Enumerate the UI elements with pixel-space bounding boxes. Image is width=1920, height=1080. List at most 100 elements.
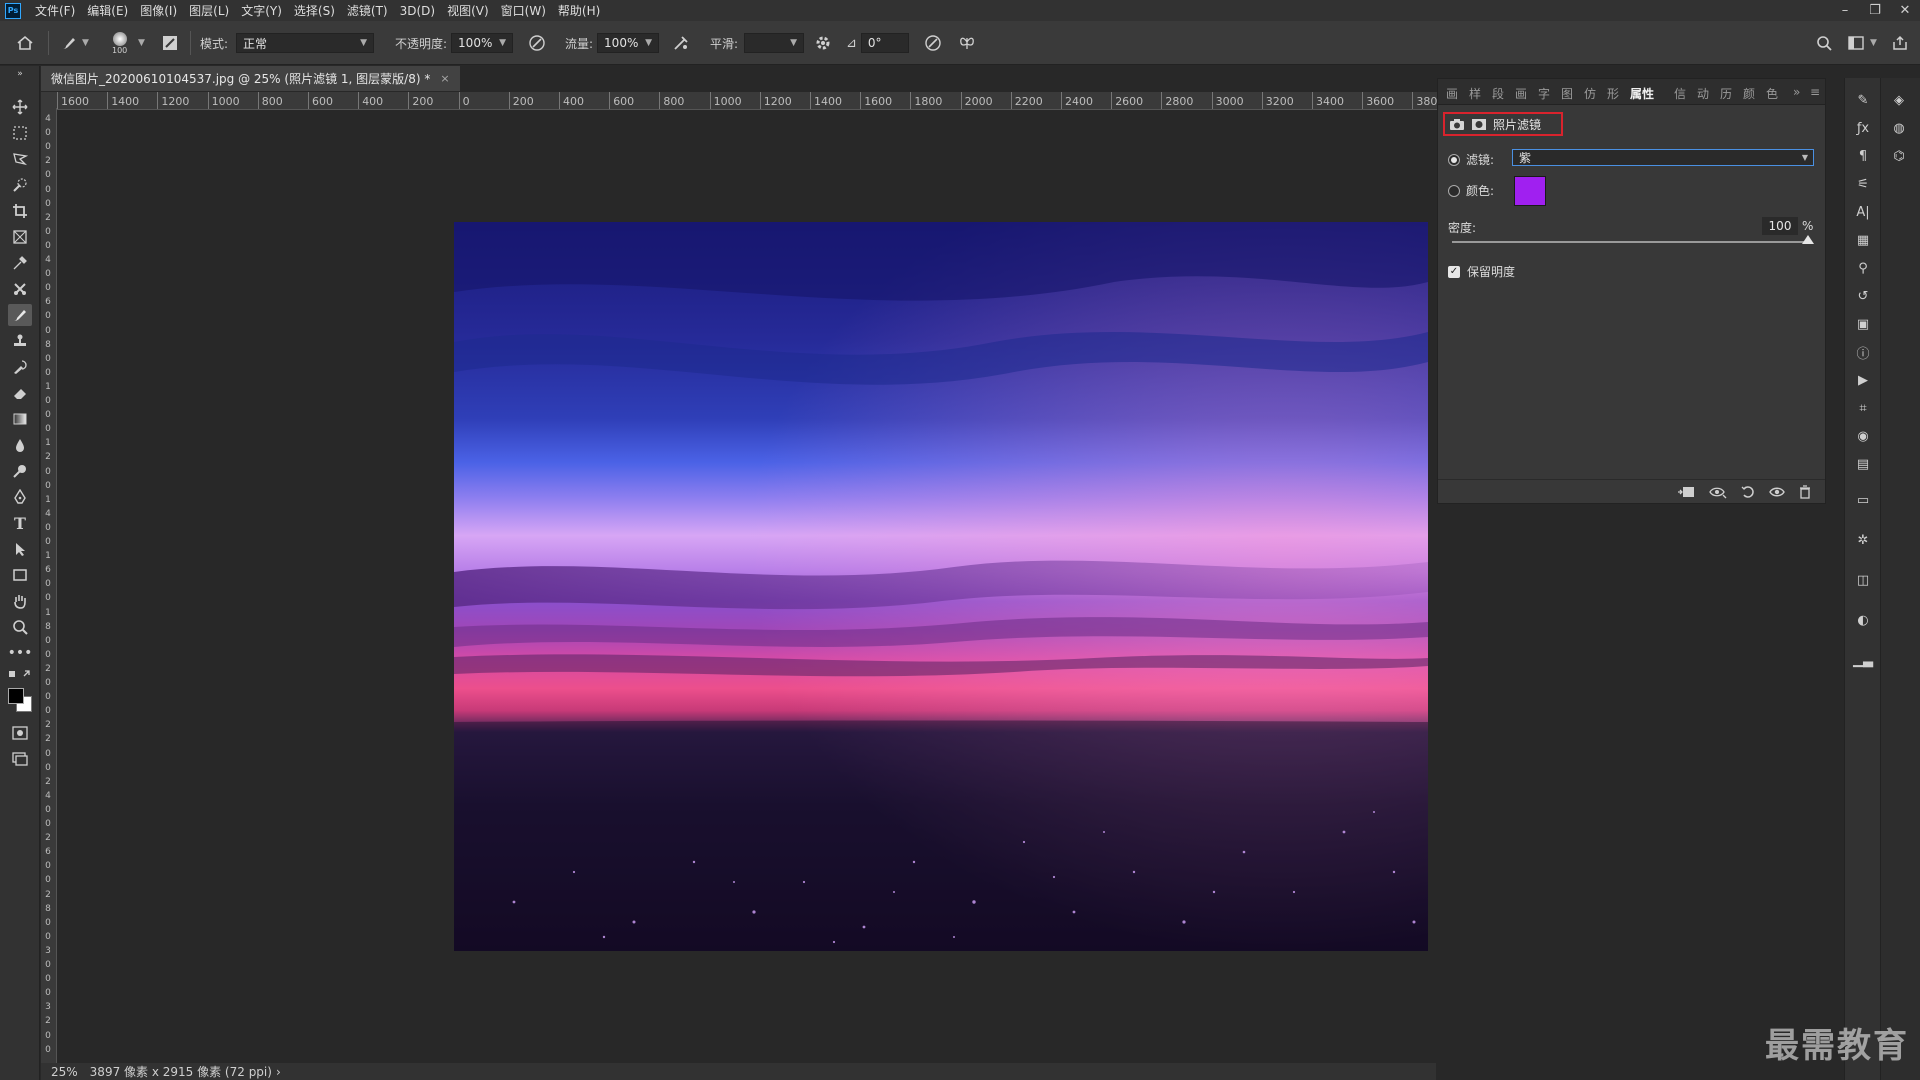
adjustments-sliders-icon[interactable]: ⚟ xyxy=(1853,174,1873,194)
filter-option[interactable]: 滤镜: xyxy=(1448,151,1494,168)
panel-menu-icon[interactable]: ≡ xyxy=(1810,85,1820,99)
layers-panel-icon[interactable]: ◈ xyxy=(1889,90,1909,110)
menu-file[interactable]: 文件(F) xyxy=(29,2,81,19)
tab-2[interactable]: 段 xyxy=(1492,85,1504,102)
symmetry-butterfly-icon[interactable] xyxy=(958,21,976,65)
smoothing-field[interactable]: ▼ xyxy=(744,33,805,53)
layer-mask-icon[interactable] xyxy=(1471,118,1487,131)
angle-field[interactable]: 0° xyxy=(860,33,909,53)
libraries-panel-icon[interactable]: ◫ xyxy=(1853,570,1873,590)
tab-1[interactable]: 样 xyxy=(1469,85,1481,102)
tab-properties[interactable]: 属性 xyxy=(1630,85,1654,102)
glyphs-panel-icon[interactable]: ▦ xyxy=(1853,230,1873,250)
color-swatches[interactable] xyxy=(6,686,36,716)
properties-panel-icon[interactable]: ▣ xyxy=(1853,314,1873,334)
crop-tool-icon[interactable] xyxy=(8,200,32,222)
tab-4[interactable]: 字 xyxy=(1538,85,1550,102)
foreground-color-swatch[interactable] xyxy=(8,688,24,704)
search-icon[interactable] xyxy=(1816,21,1832,65)
pressure-opacity-icon[interactable] xyxy=(528,21,546,65)
restore-button[interactable]: ❐ xyxy=(1860,0,1890,21)
timeline-settings-icon[interactable]: ✲ xyxy=(1853,530,1873,550)
reset-icon[interactable] xyxy=(1741,485,1755,499)
tab-0[interactable]: 画 xyxy=(1446,85,1458,102)
preserve-luminosity-checkbox[interactable]: ✓ xyxy=(1448,265,1460,278)
clone-source-icon[interactable]: ⚲ xyxy=(1853,258,1873,278)
airbrush-icon[interactable] xyxy=(672,21,690,65)
menu-window[interactable]: 窗口(W) xyxy=(495,2,552,19)
actions-play-icon[interactable]: ▶ xyxy=(1853,370,1873,390)
paragraph-panel-icon[interactable]: ¶ xyxy=(1853,146,1873,166)
rectangle-tool-icon[interactable] xyxy=(8,564,32,586)
histogram-icon[interactable]: ▁▃ xyxy=(1853,650,1873,670)
workspace-switcher-icon[interactable]: ▼ xyxy=(1848,21,1877,65)
swatches-grid-icon[interactable]: ▤ xyxy=(1853,454,1873,474)
menu-view[interactable]: 视图(V) xyxy=(441,2,495,19)
tab-10[interactable]: 动 xyxy=(1697,85,1709,102)
menu-type[interactable]: 文字(Y) xyxy=(235,2,288,19)
filter-color-swatch[interactable] xyxy=(1514,176,1546,206)
status-menu-arrow-icon[interactable]: › xyxy=(276,1065,281,1079)
pen-tool-icon[interactable] xyxy=(8,486,32,508)
home-icon[interactable] xyxy=(16,21,34,65)
info-icon[interactable]: ⓘ xyxy=(1853,342,1873,362)
tab-6[interactable]: 仿 xyxy=(1584,85,1596,102)
opacity-field[interactable]: 100% ▼ xyxy=(451,33,514,53)
blur-tool-icon[interactable] xyxy=(8,434,32,456)
close-tab-icon[interactable]: × xyxy=(440,72,449,85)
filter-select[interactable]: 紫 ▼ xyxy=(1512,149,1814,166)
visibility-eye-icon[interactable] xyxy=(1769,486,1785,498)
paths-vector-icon[interactable]: ⌬ xyxy=(1889,146,1909,166)
color-wheel-icon[interactable]: ◐ xyxy=(1853,610,1873,630)
filter-radio[interactable] xyxy=(1448,153,1460,166)
notes-panel-icon[interactable]: ▭ xyxy=(1853,490,1873,510)
lasso-tool-icon[interactable] xyxy=(8,148,32,170)
clone-stamp-tool-icon[interactable] xyxy=(8,330,32,352)
menu-filter[interactable]: 滤镜(T) xyxy=(341,2,394,19)
view-previous-state-icon[interactable] xyxy=(1709,485,1727,499)
tab-13[interactable]: 色 xyxy=(1766,85,1778,102)
brush-settings-panel-icon[interactable]: ✎ xyxy=(1853,90,1873,110)
color-radio[interactable] xyxy=(1448,184,1460,197)
document-image[interactable] xyxy=(454,222,1428,951)
horizontal-ruler[interactable]: 1600 1400 1200 1000 800 600 400 200 0 200 400 600 80… xyxy=(57,92,1437,110)
zoom-level[interactable]: 25% xyxy=(51,1065,78,1079)
menu-3d[interactable]: 3D(D) xyxy=(394,4,441,18)
menu-edit[interactable]: 编辑(E) xyxy=(81,2,134,19)
type-tool-icon[interactable]: T xyxy=(8,512,32,534)
screen-mode-icon[interactable] xyxy=(8,748,32,770)
document-tab[interactable]: 微信图片_20200610104537.jpg @ 25% (照片滤镜 1, 图… xyxy=(41,66,460,91)
menu-select[interactable]: 选择(S) xyxy=(288,2,341,19)
tab-12[interactable]: 颜 xyxy=(1743,85,1755,102)
color-option[interactable]: 颜色: xyxy=(1448,182,1494,199)
clip-to-layer-icon[interactable] xyxy=(1677,485,1695,499)
flow-field[interactable]: 100% ▼ xyxy=(597,33,660,53)
smoothing-options-gear-icon[interactable] xyxy=(815,21,831,65)
vertical-ruler[interactable]: 4 0 0 2 0 0 0 2 0 0 4 0 0 6 0 0 8 0 0 1 0 0 0 1 2 0 0 1 4 0 0 1 6 0 0 1 8 0 0 2… xyxy=(41,108,57,1063)
brushes-panel-icon[interactable]: ƒx xyxy=(1853,118,1873,138)
channels-panel-icon[interactable]: ◍ xyxy=(1889,118,1909,138)
menu-help[interactable]: 帮助(H) xyxy=(552,2,606,19)
tab-5[interactable]: 图 xyxy=(1561,85,1573,102)
tab-11[interactable]: 历 xyxy=(1720,85,1732,102)
brush-tool-icon[interactable]: ▼ xyxy=(60,21,89,65)
tab-3[interactable]: 画 xyxy=(1515,85,1527,102)
history-brush-tool-icon[interactable] xyxy=(8,356,32,378)
3d-panel-icon[interactable]: ◉ xyxy=(1853,426,1873,446)
quick-mask-icon[interactable] xyxy=(8,722,32,744)
density-slider-thumb[interactable] xyxy=(1802,235,1814,244)
zoom-tool-icon[interactable] xyxy=(8,616,32,638)
brush-tool-icon[interactable] xyxy=(8,304,32,326)
move-tool-icon[interactable] xyxy=(8,96,32,118)
tab-9[interactable]: 信 xyxy=(1674,85,1686,102)
pressure-size-icon[interactable] xyxy=(924,21,942,65)
tab-7[interactable]: 形 xyxy=(1607,85,1619,102)
gradient-tool-icon[interactable] xyxy=(8,408,32,430)
eraser-tool-icon[interactable] xyxy=(8,382,32,404)
history-panel-icon[interactable]: ↺ xyxy=(1853,286,1873,306)
collapse-toolbar-icon[interactable]: » xyxy=(8,68,32,80)
share-icon[interactable] xyxy=(1892,21,1908,65)
menu-layer[interactable]: 图层(L) xyxy=(183,2,235,19)
eyedropper-tool-icon[interactable] xyxy=(8,252,32,274)
brush-settings-icon[interactable] xyxy=(162,21,178,65)
